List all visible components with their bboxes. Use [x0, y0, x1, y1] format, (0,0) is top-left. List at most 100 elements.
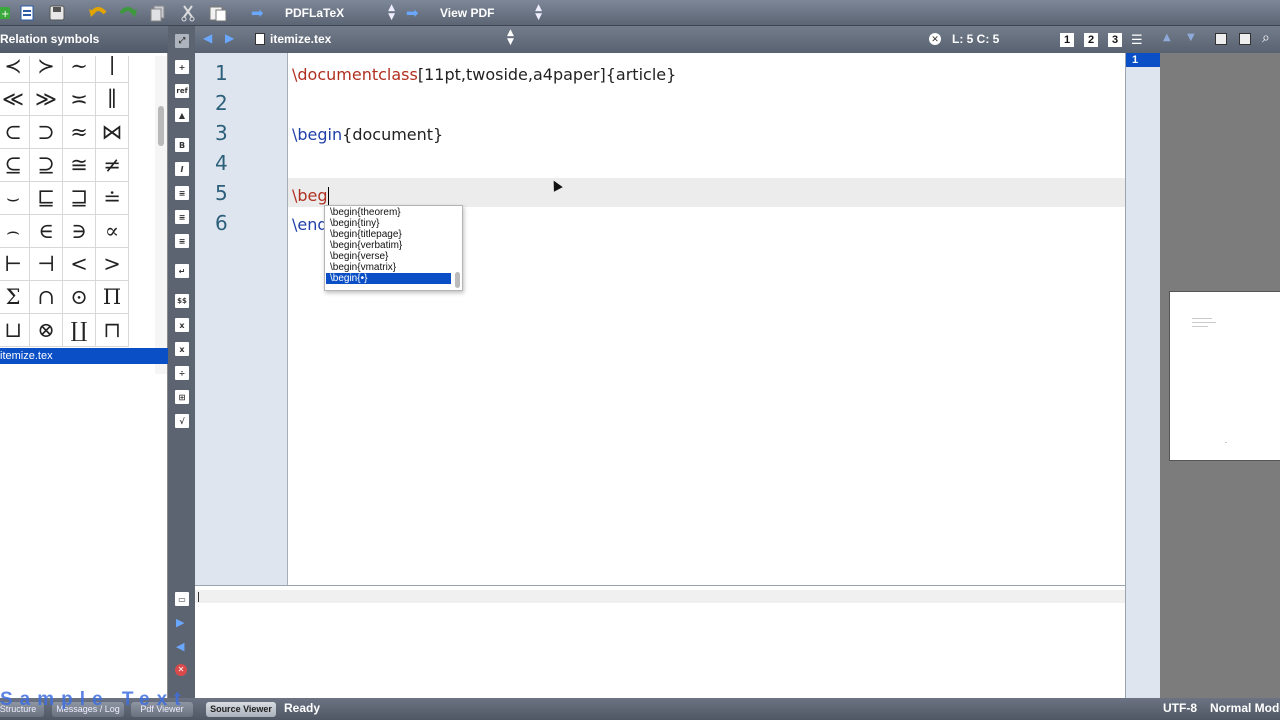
completion-item[interactable]: \begin{titlepage}	[326, 229, 451, 240]
view-arrow-icon[interactable]: ➡	[406, 4, 419, 22]
symbol-button[interactable]: ≐	[96, 182, 129, 215]
symbol-button[interactable]: ≠	[96, 149, 129, 182]
new-file-icon[interactable]: +	[0, 3, 14, 23]
stop-icon[interactable]: ✕	[175, 664, 187, 676]
completion-item[interactable]: \begin{verbatim}	[326, 240, 451, 251]
log-input-field[interactable]	[195, 590, 1125, 603]
align-left-icon[interactable]: ≡	[175, 186, 189, 200]
symbol-button[interactable]: ≈	[63, 116, 96, 149]
dfrac-icon[interactable]: ⊞	[175, 390, 189, 404]
ref-icon[interactable]: ref	[175, 84, 189, 98]
image-icon[interactable]: ▲	[175, 108, 189, 122]
previous-document-icon[interactable]: ◀	[203, 31, 212, 45]
previous-error-icon[interactable]: ◀	[176, 640, 184, 653]
source-viewer-tab[interactable]: Source Viewer	[206, 702, 276, 717]
math-mode-icon[interactable]: $$	[175, 294, 189, 308]
page-down-icon[interactable]: ▼	[1187, 32, 1195, 43]
view-1-button[interactable]: 1	[1060, 33, 1074, 47]
italic-icon[interactable]: I	[175, 162, 189, 176]
symbol-button[interactable]: ⌢	[0, 215, 30, 248]
cut-icon[interactable]	[178, 3, 198, 23]
symbol-button[interactable]: ⊢	[0, 248, 30, 281]
next-error-icon[interactable]: ▶	[176, 616, 184, 629]
fit-page-icon[interactable]	[1239, 33, 1251, 45]
open-file-icon[interactable]	[17, 3, 37, 23]
symbol-button[interactable]: ⊓	[96, 314, 129, 347]
compiler-select[interactable]: PDFLaTeX ▲ ▼	[285, 4, 395, 22]
symbol-button[interactable]: ⊇	[30, 149, 63, 182]
symbol-button[interactable]: ∥	[96, 83, 129, 116]
scrollbar-thumb[interactable]	[158, 106, 164, 146]
document-selector[interactable]: itemize.tex	[270, 32, 331, 46]
align-right-icon[interactable]: ≡	[175, 234, 189, 248]
symbol-button[interactable]: ⊃	[30, 116, 63, 149]
page-up-icon[interactable]: ▲	[1163, 32, 1171, 43]
symbol-button[interactable]: ⊆	[0, 149, 30, 182]
completion-item-selected[interactable]: \begin{•}	[326, 273, 451, 284]
view-2-button[interactable]: 2	[1084, 33, 1098, 47]
symbol-button[interactable]: ∩	[30, 281, 63, 314]
completion-item[interactable]: \begin{vmatrix}	[326, 262, 451, 273]
document-select-updown-icon[interactable]: ▲ ▼	[507, 29, 514, 47]
next-document-icon[interactable]: ▶	[225, 31, 234, 45]
symbol-button[interactable]: Σ	[0, 281, 30, 314]
fit-width-icon[interactable]	[1215, 33, 1227, 45]
structure-item-file[interactable]: itemize.tex	[0, 348, 168, 364]
sqrt-icon[interactable]: √	[175, 414, 189, 428]
run-arrow-icon[interactable]: ➡	[251, 4, 264, 22]
symbol-button[interactable]: ≫	[30, 83, 63, 116]
completion-item[interactable]: \begin{tiny}	[326, 218, 451, 229]
code-line-1[interactable]: \documentclass[11pt,twoside,a4paper]{art…	[292, 65, 676, 84]
code-line-5[interactable]: \beg	[292, 186, 329, 207]
code-line-3[interactable]: \begin{document}	[292, 125, 443, 144]
symbol-button[interactable]: ∼	[63, 56, 96, 83]
list-icon[interactable]: ☰	[1131, 32, 1143, 48]
symbol-button[interactable]: ⊔	[0, 314, 30, 347]
viewer-select[interactable]: View PDF ▲ ▼	[440, 4, 542, 22]
close-document-icon[interactable]: ✕	[929, 33, 941, 45]
align-center-icon[interactable]: ≡	[175, 210, 189, 224]
symbol-button[interactable]: ∐	[63, 314, 96, 347]
encoding-label[interactable]: UTF-8	[1163, 701, 1197, 715]
symbol-button[interactable]: ⋈	[96, 116, 129, 149]
symbol-button[interactable]: ≪	[0, 83, 30, 116]
superscript-icon[interactable]: x	[175, 342, 189, 356]
symbol-button[interactable]: ⊗	[30, 314, 63, 347]
subscript-icon[interactable]: x	[175, 318, 189, 332]
symbol-button[interactable]: ⊑	[30, 182, 63, 215]
completion-item[interactable]: \begin{theorem}	[326, 207, 451, 218]
mode-label[interactable]: Normal Mode	[1210, 701, 1280, 715]
undo-icon[interactable]	[88, 3, 108, 23]
symbol-button[interactable]: <	[63, 248, 96, 281]
symbol-button[interactable]: ≍	[63, 83, 96, 116]
search-icon[interactable]: ⌕	[1262, 30, 1270, 46]
symbol-button[interactable]: ⊒	[63, 182, 96, 215]
fraction-icon[interactable]: ÷	[175, 366, 189, 380]
paste-icon[interactable]	[208, 3, 228, 23]
pdf-page-item[interactable]: 1	[1126, 53, 1161, 67]
log-toggle-icon[interactable]: ▭	[175, 592, 189, 606]
symbol-button[interactable]: >	[96, 248, 129, 281]
code-editor[interactable]: \documentclass[11pt,twoside,a4paper]{art…	[288, 53, 1125, 585]
symbol-button[interactable]: ∝	[96, 215, 129, 248]
symbol-button[interactable]: ⊙	[63, 281, 96, 314]
newline-icon[interactable]: ↵	[175, 264, 189, 278]
symbol-button[interactable]: ⊣	[30, 248, 63, 281]
symbol-button[interactable]: ∋	[63, 215, 96, 248]
completion-scrollbar[interactable]	[455, 272, 460, 288]
symbol-button[interactable]: ≻	[30, 56, 63, 83]
completion-item[interactable]: \begin{verse}	[326, 251, 451, 262]
label-icon[interactable]: +	[175, 60, 189, 74]
symbol-button[interactable]: ⊂	[0, 116, 30, 149]
symbol-button[interactable]: Π	[96, 281, 129, 314]
expand-icon[interactable]: ⤢	[175, 34, 189, 48]
symbol-button[interactable]: ⌣	[0, 182, 30, 215]
bold-icon[interactable]: B	[175, 138, 189, 152]
redo-icon[interactable]	[118, 3, 138, 23]
symbol-button[interactable]: ∣	[96, 56, 129, 83]
code-line-6[interactable]: \end	[292, 215, 328, 234]
view-3-button[interactable]: 3	[1108, 33, 1122, 47]
symbol-scrollbar[interactable]	[155, 56, 167, 374]
pdf-viewer[interactable]	[1160, 53, 1280, 698]
symbol-button[interactable]: ∈	[30, 215, 63, 248]
